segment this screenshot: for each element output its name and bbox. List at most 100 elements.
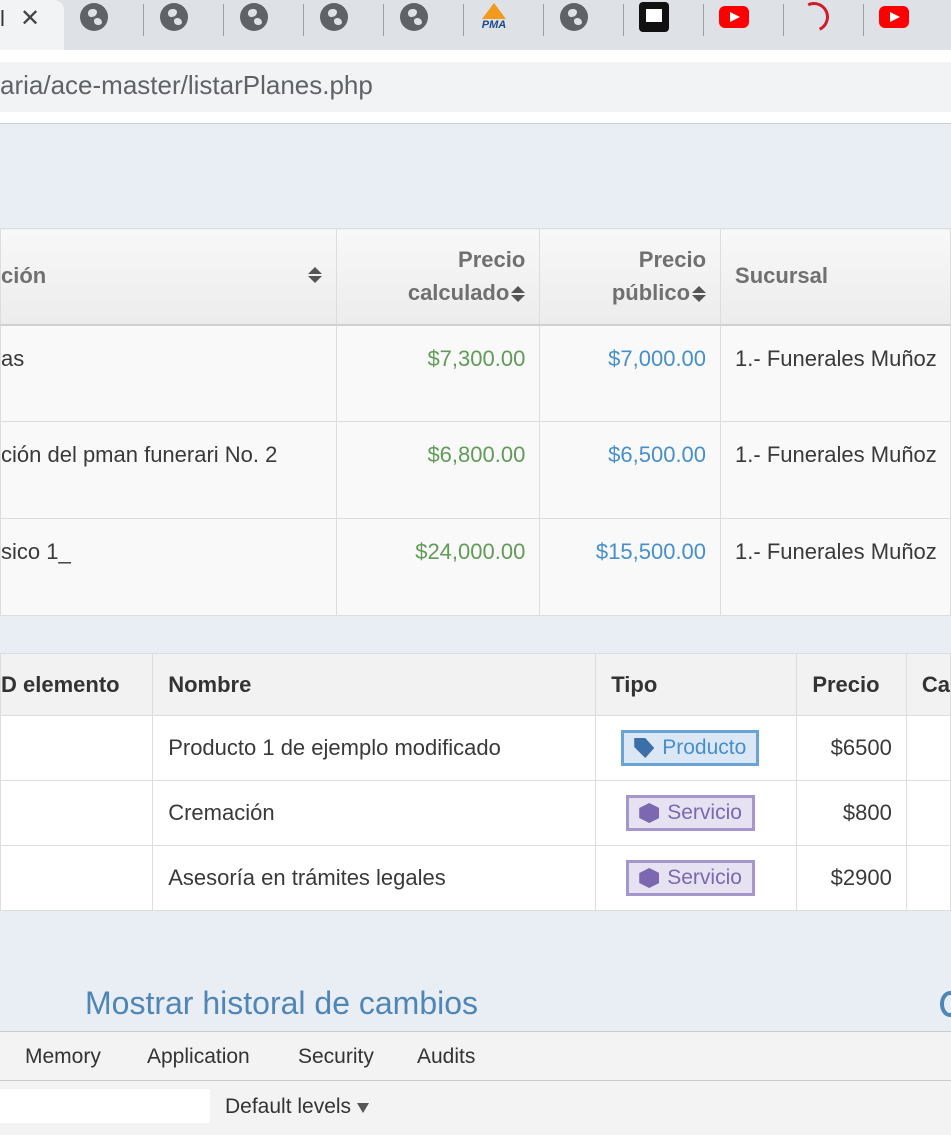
item-id: [0, 780, 154, 846]
tab-1[interactable]: [79, 2, 109, 32]
item-price: $6500: [796, 715, 907, 781]
item-name: Producto 1 de ejemplo modificado: [152, 715, 597, 781]
flag-icon: [639, 2, 669, 32]
refresh-icon[interactable]: [940, 991, 951, 1017]
log-levels-dropdown[interactable]: Default levels: [225, 1095, 370, 1119]
item-extra: [905, 715, 951, 781]
sort-icon[interactable]: [308, 267, 322, 283]
phpmyadmin-label: PMA: [481, 19, 507, 31]
item-extra: [905, 845, 951, 911]
tab-separator: [543, 4, 544, 36]
globe-icon: [240, 3, 268, 31]
item-name: Asesoría en trámites legales: [152, 845, 597, 911]
table-row[interactable]: ción del pman funerari No. 2 $6,800.00 $…: [0, 421, 951, 519]
swirl-icon: [794, 0, 834, 37]
active-tab[interactable]: l ✕: [0, 0, 64, 50]
tab-separator: [783, 4, 784, 36]
table-row[interactable]: Producto 1 de ejemplo modificado Product…: [0, 715, 951, 781]
youtube-icon: [719, 6, 749, 28]
address-bar: aria/ace-master/listarPlanes.php: [0, 50, 951, 124]
globe-icon: [160, 3, 188, 31]
globe-icon: [400, 3, 428, 31]
column-header-public-price[interactable]: Precio público: [539, 228, 722, 326]
phpmyadmin-icon: PMA: [482, 3, 506, 31]
log-levels-label: Default levels: [225, 1095, 352, 1118]
type-badge-label: Producto: [662, 736, 747, 759]
devtools-tab-application[interactable]: Application: [147, 1045, 250, 1069]
plans-header-row: ción Precio calculado Precio público Suc…: [0, 228, 951, 326]
plan-public-price: $15,500.00: [539, 518, 722, 616]
item-price: $800: [796, 780, 907, 846]
plan-public-price: $6,500.00: [539, 421, 722, 519]
tab-7[interactable]: [559, 2, 589, 32]
tab-separator: [463, 4, 464, 36]
tab-2[interactable]: [159, 2, 189, 32]
column-header-description[interactable]: ción: [0, 228, 337, 326]
sort-icon[interactable]: [511, 286, 525, 302]
devtools-tab-security[interactable]: Security: [298, 1045, 374, 1069]
plan-calculated-price: $6,800.00: [335, 421, 541, 519]
plan-items-table: D elemento Nombre Tipo Precio Ca Product…: [0, 653, 951, 911]
item-type-cell: Producto: [595, 715, 798, 781]
devtools-tab-memory[interactable]: Memory: [25, 1045, 101, 1069]
tab-11[interactable]: [879, 2, 909, 32]
items-header-row: D elemento Nombre Tipo Precio Ca: [0, 653, 951, 716]
tab-separator: [383, 4, 384, 36]
tab-separator: [223, 4, 224, 36]
column-header-type: Tipo: [595, 653, 798, 716]
tag-icon: [634, 738, 655, 758]
close-tab-icon[interactable]: ✕: [20, 4, 40, 33]
tab-3[interactable]: [239, 2, 269, 32]
devtools-console-toolbar: Default levels: [0, 1081, 951, 1135]
url-text: aria/ace-master/listarPlanes.php: [0, 70, 373, 100]
plan-calculated-price: $24,000.00: [335, 518, 541, 616]
type-badge: Producto: [621, 730, 760, 766]
youtube-icon: [879, 6, 909, 28]
column-header-price: Precio: [796, 653, 907, 716]
column-header-branch[interactable]: Sucursal: [720, 228, 951, 326]
tab-8[interactable]: [639, 2, 669, 32]
type-badge: Servicio: [626, 795, 755, 831]
tab-6[interactable]: PMA: [479, 2, 509, 32]
tab-separator: [623, 4, 624, 36]
table-row[interactable]: Asesoría en trámites legales Servicio $2…: [0, 845, 951, 911]
tab-5[interactable]: [399, 2, 429, 32]
column-header-calculated-price[interactable]: Precio calculado: [335, 228, 541, 326]
table-row[interactable]: Cremación Servicio $800: [0, 780, 951, 846]
show-history-link[interactable]: Mostrar historal de cambios: [85, 985, 478, 1022]
type-badge-label: Servicio: [667, 801, 742, 824]
browser-tab-strip: l ✕ PMA: [0, 0, 951, 50]
tab-4[interactable]: [319, 2, 349, 32]
plans-table: ción Precio calculado Precio público Suc…: [0, 228, 951, 616]
active-tab-title: l: [0, 6, 5, 31]
devtools-tab-bar: Memory Application Security Audits: [0, 1031, 951, 1081]
type-badge-label: Servicio: [667, 866, 742, 889]
plan-calculated-price: $7,300.00: [335, 324, 541, 422]
table-row[interactable]: as $7,300.00 $7,000.00 1.- Funerales Muñ…: [0, 324, 951, 422]
globe-icon: [560, 3, 588, 31]
tab-separator: [303, 4, 304, 36]
item-price: $2900: [796, 845, 907, 911]
item-name: Cremación: [152, 780, 597, 846]
column-header-description-label: ción: [1, 263, 47, 289]
column-header-public-price-line2: público: [611, 280, 691, 306]
tab-9[interactable]: [719, 2, 749, 32]
devtools-tab-audits[interactable]: Audits: [417, 1045, 475, 1069]
tab-10[interactable]: [794, 0, 834, 37]
cube-icon: [639, 868, 660, 888]
column-header-public-price-line1: Precio: [638, 247, 707, 273]
console-filter-input[interactable]: [0, 1089, 210, 1123]
type-badge: Servicio: [626, 860, 755, 896]
column-header-calculated-price-line1: Precio: [458, 247, 526, 273]
cube-icon: [639, 803, 660, 823]
item-type-cell: Servicio: [595, 845, 798, 911]
plan-branch: 1.- Funerales Muñoz: [720, 518, 951, 616]
tab-separator: [863, 4, 864, 36]
plan-description: sico 1_: [0, 518, 337, 616]
sort-icon[interactable]: [692, 286, 706, 302]
table-row[interactable]: sico 1_ $24,000.00 $15,500.00 1.- Funera…: [0, 518, 951, 616]
chevron-down-icon: [357, 1103, 370, 1113]
plan-description: ción del pman funerari No. 2: [0, 421, 337, 519]
url-field[interactable]: aria/ace-master/listarPlanes.php: [0, 62, 951, 112]
item-extra: [905, 780, 951, 846]
